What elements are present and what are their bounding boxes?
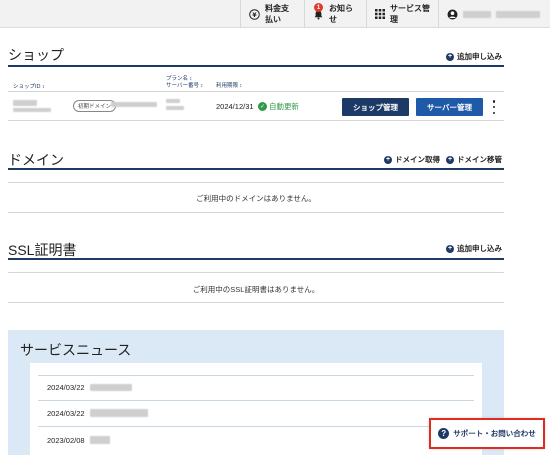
ssl-add-label: 追加申し込み bbox=[457, 244, 502, 253]
svg-text:¥: ¥ bbox=[252, 12, 257, 19]
plus-icon: + bbox=[384, 155, 392, 164]
ssl-add-link[interactable]: + 追加申し込み bbox=[446, 243, 502, 254]
user-icon bbox=[447, 9, 458, 20]
auto-renew-label: 自動更新 bbox=[269, 102, 299, 111]
ssl-empty-message: ご利用中のSSL証明書はありません。 bbox=[192, 285, 320, 294]
support-contact-button[interactable]: ? サポート・お問い合わせ bbox=[429, 418, 545, 449]
shop-row-divider bbox=[8, 120, 504, 121]
shop-add-link[interactable]: + 追加申し込み bbox=[446, 51, 502, 62]
notice-count-badge: 1 bbox=[314, 3, 323, 12]
col-expiry[interactable]: 利用期限 ↕ bbox=[216, 83, 242, 90]
col-server[interactable]: サーバー番号 ↕ bbox=[166, 83, 203, 90]
news-item-title-redacted[interactable] bbox=[90, 436, 110, 444]
domain-redacted bbox=[111, 102, 157, 107]
news-divider bbox=[38, 426, 474, 427]
col-shop-id[interactable]: ショップID ↕ bbox=[13, 84, 45, 91]
initial-domain-badge: 初期ドメイン bbox=[73, 100, 117, 112]
domain-bottom-divider bbox=[8, 212, 504, 213]
top-bar: ¥ 料金支払い 1 お知らせ サービス管理 bbox=[0, 0, 550, 28]
domain-acquire-label: ドメイン取得 bbox=[395, 155, 440, 164]
news-item-date: 2024/03/22 bbox=[47, 409, 85, 418]
question-icon: ? bbox=[438, 428, 450, 439]
domain-acquire-link[interactable]: + ドメイン取得 bbox=[384, 154, 440, 165]
domain-title-rule bbox=[8, 168, 504, 170]
auto-renew-status: ✓ 自動更新 bbox=[258, 101, 299, 112]
shop-manage-button[interactable]: ショップ管理 bbox=[342, 98, 409, 116]
services-link[interactable]: サービス管理 bbox=[366, 0, 438, 28]
news-item-date: 2023/02/08 bbox=[47, 436, 85, 445]
plus-icon: + bbox=[446, 52, 454, 61]
services-label: サービス管理 bbox=[390, 4, 430, 24]
plus-icon: + bbox=[446, 155, 454, 164]
news-divider bbox=[38, 400, 474, 401]
ssl-bottom-divider bbox=[8, 302, 504, 303]
check-icon: ✓ bbox=[258, 102, 267, 111]
news-item-title-redacted[interactable] bbox=[90, 409, 148, 417]
account-name-redacted bbox=[463, 10, 491, 18]
account-menu[interactable] bbox=[438, 0, 550, 28]
shop-header-divider bbox=[8, 91, 504, 92]
support-label: サポート・お問い合わせ bbox=[453, 429, 536, 438]
more-options-icon[interactable] bbox=[491, 100, 497, 114]
server-manage-button[interactable]: サーバー管理 bbox=[416, 98, 483, 116]
notice-link[interactable]: 1 お知らせ bbox=[304, 0, 366, 28]
ssl-header-divider bbox=[8, 272, 504, 273]
domain-transfer-link[interactable]: + ドメイン移管 bbox=[446, 154, 502, 165]
ssl-section-title: SSL証明書 bbox=[8, 242, 77, 258]
shop-add-label: 追加申し込み bbox=[457, 52, 502, 61]
col-plan[interactable]: プラン名 ↕ bbox=[166, 76, 192, 83]
news-item-title-redacted[interactable] bbox=[90, 384, 132, 391]
news-item-date: 2024/03/22 bbox=[47, 383, 85, 392]
domain-empty-message: ご利用中のドメインはありません。 bbox=[196, 194, 316, 203]
service-news-list: 2024/03/22 2024/03/22 2023/02/08 bbox=[30, 363, 482, 455]
billing-link[interactable]: ¥ 料金支払い bbox=[240, 0, 304, 28]
shop-id-redacted bbox=[13, 100, 37, 106]
shop-id-sub-redacted bbox=[13, 108, 51, 112]
shop-section-title: ショップ bbox=[8, 47, 64, 63]
plus-icon: + bbox=[446, 244, 454, 253]
shop-expiry: 2024/12/31 bbox=[216, 102, 254, 111]
domain-header-divider bbox=[8, 182, 504, 183]
grid-icon bbox=[375, 9, 385, 20]
billing-label: 料金支払い bbox=[265, 4, 289, 24]
account-id-redacted bbox=[496, 10, 540, 18]
notice-label: お知らせ bbox=[329, 4, 353, 24]
ssl-title-rule bbox=[8, 258, 504, 260]
server-redacted bbox=[166, 106, 184, 110]
service-news-title: サービスニュース bbox=[20, 342, 132, 358]
yen-icon: ¥ bbox=[249, 8, 260, 20]
shop-title-rule bbox=[8, 65, 504, 67]
news-divider bbox=[38, 375, 474, 376]
domain-section-title: ドメイン bbox=[8, 152, 64, 168]
plan-redacted bbox=[166, 99, 180, 103]
domain-transfer-label: ドメイン移管 bbox=[457, 155, 502, 164]
